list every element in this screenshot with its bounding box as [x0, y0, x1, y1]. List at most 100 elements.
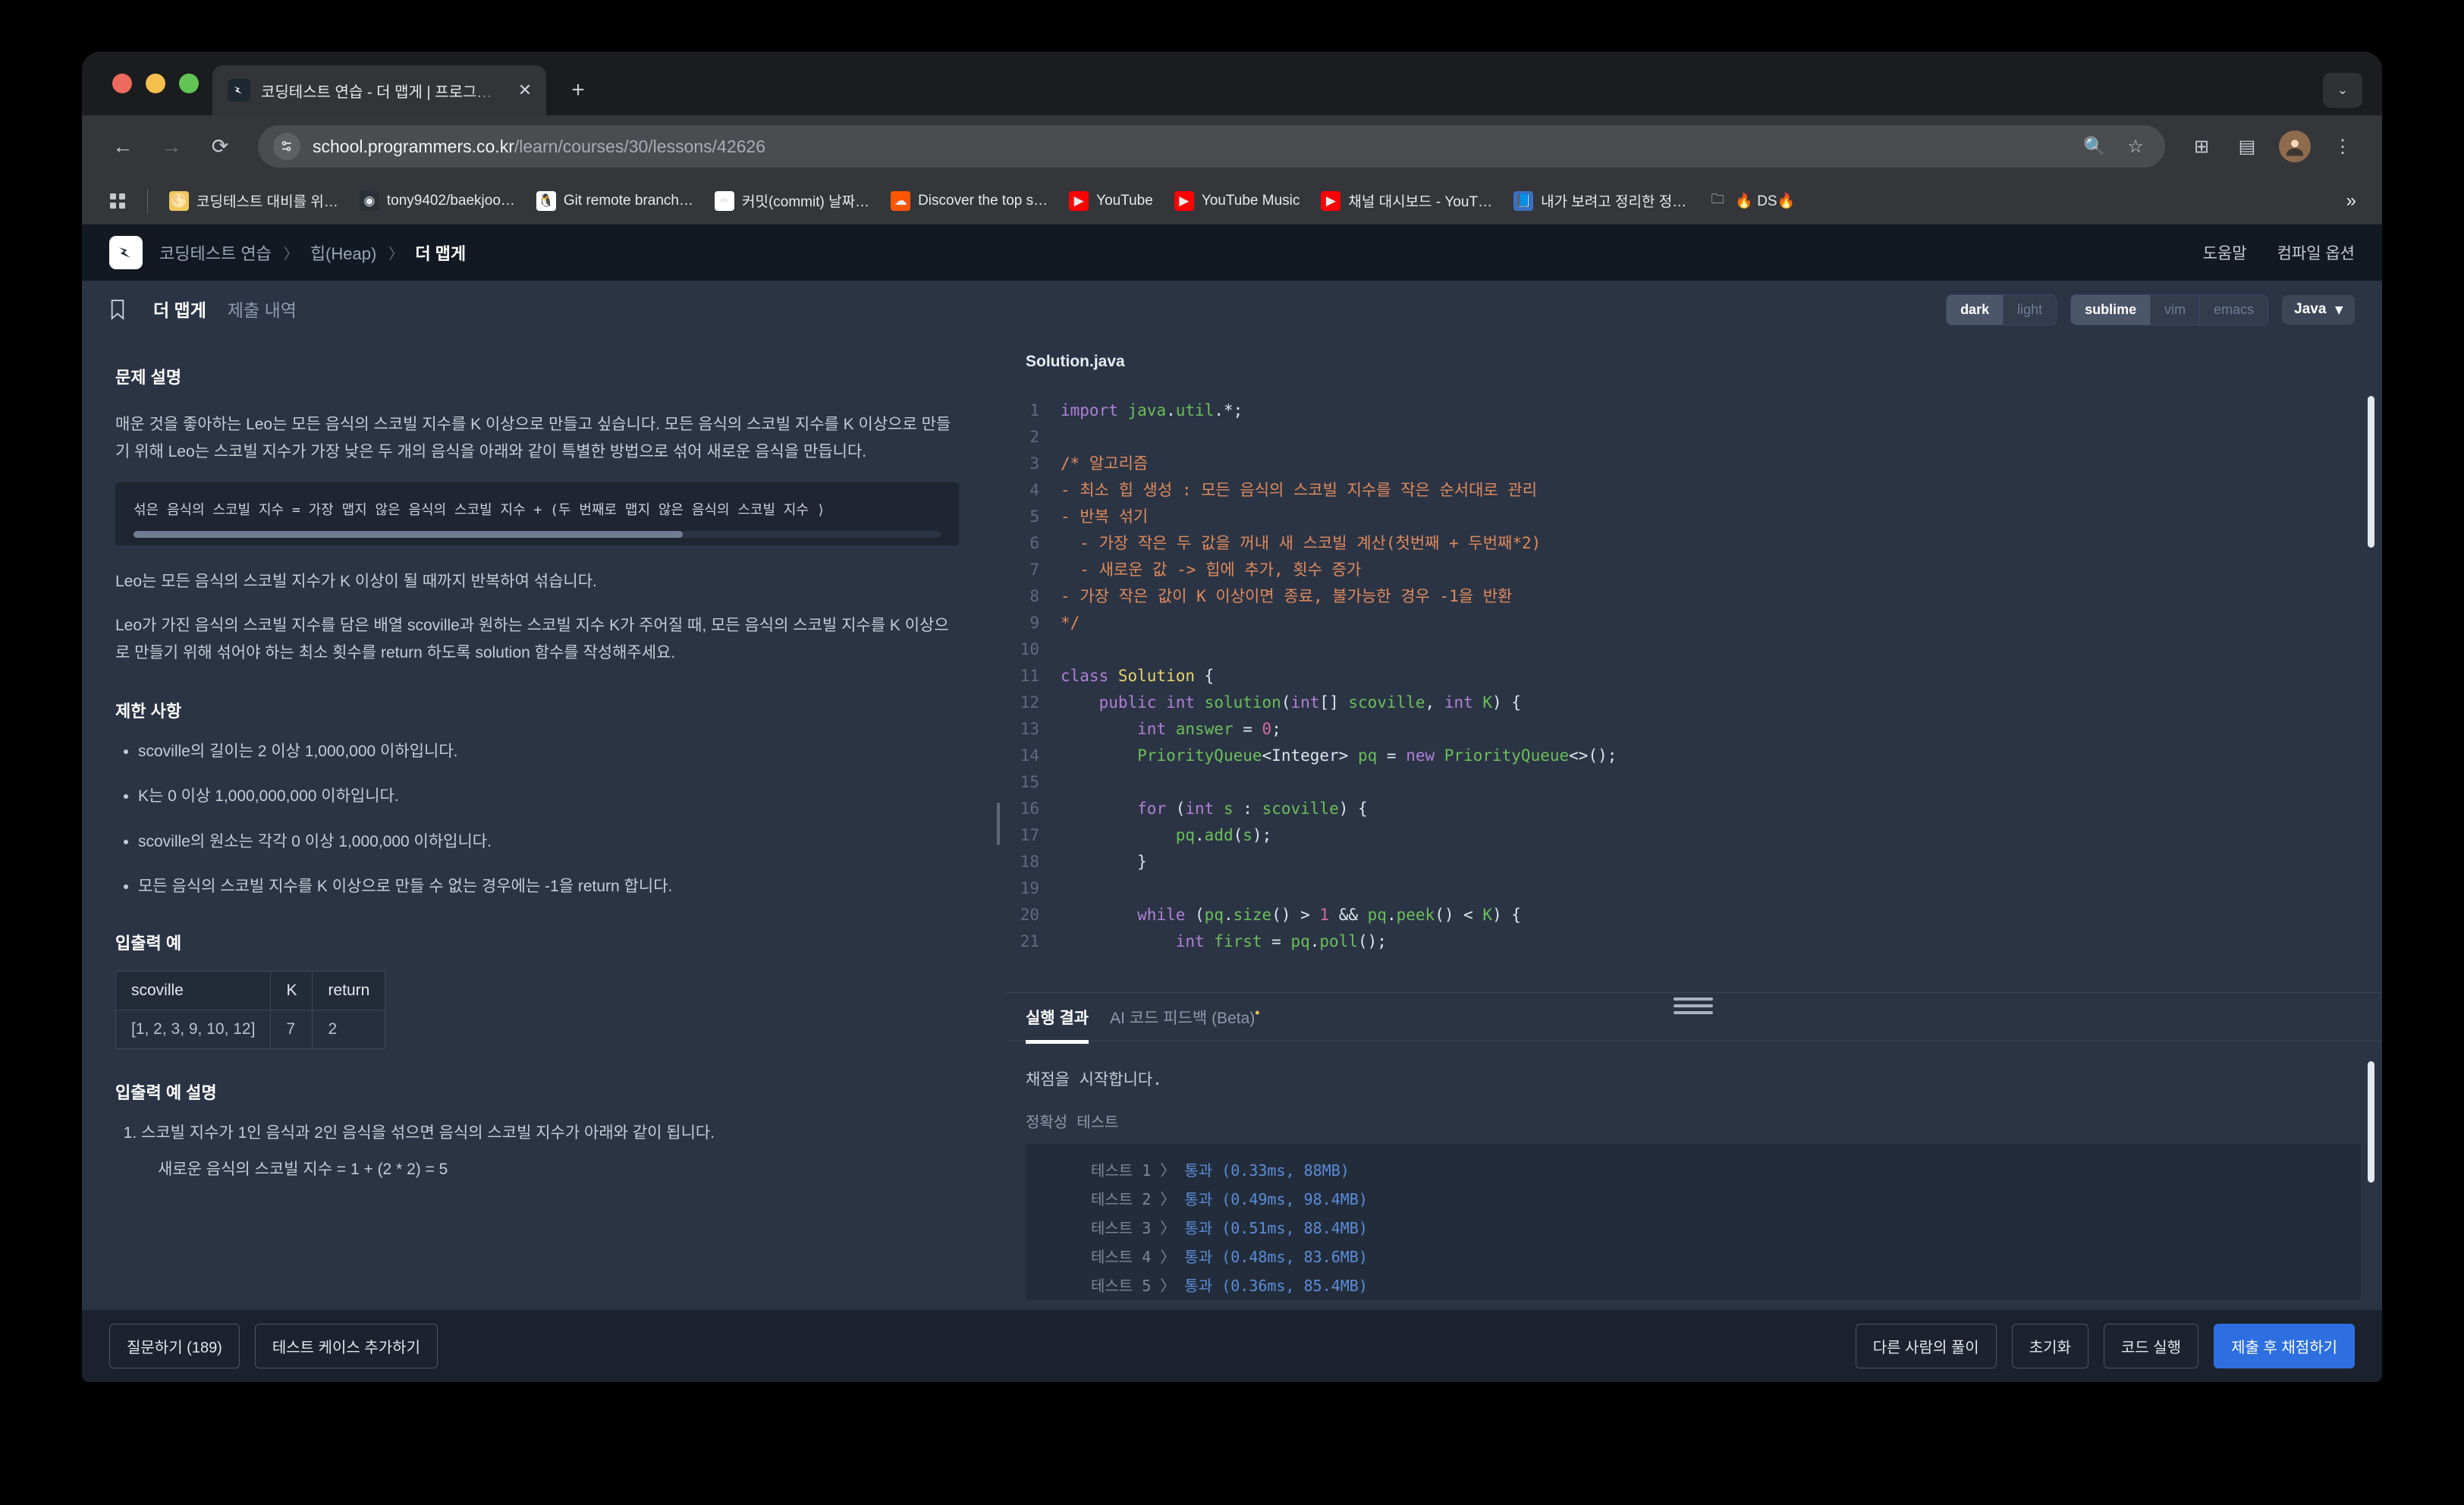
ask-question-button[interactable]: 질문하기 (189) [109, 1324, 240, 1368]
chevron-down-icon[interactable]: ⌄ [2323, 73, 2362, 108]
line-number: 20 [1020, 906, 1039, 924]
tab-problem[interactable]: 더 맵게 [153, 296, 206, 323]
code-line[interactable]: 15 [1004, 769, 2382, 796]
tab-run-result[interactable]: 실행 결과 [1026, 1006, 1089, 1044]
programmers-logo-icon[interactable] [109, 236, 143, 269]
code-line[interactable]: 10 [1004, 636, 2382, 663]
code-line[interactable]: 21 int first = pq.poll(); [1004, 928, 2382, 955]
code-line[interactable]: 19 [1004, 875, 2382, 902]
test-result-row[interactable]: 테스트 3 〉 통과 (0.51ms, 88.4MB) [1026, 1214, 2361, 1243]
apps-grid-icon[interactable] [100, 192, 135, 210]
other-solutions-button[interactable]: 다른 사람의 풀이 [1855, 1324, 1997, 1368]
bookmark-item[interactable]: 🗀 🔥 DS🔥 [1699, 187, 1804, 215]
split-view-icon[interactable]: ▤ [2227, 136, 2267, 158]
code-line[interactable]: 4 - 최소 힙 생성 : 모든 음식의 스코빌 지수를 작은 순서대로 관리 [1004, 477, 2382, 504]
breadcrumb-root[interactable]: 코딩테스트 연습 [159, 240, 272, 265]
code-text: class Solution { [1061, 667, 1215, 685]
extensions-icon[interactable]: ⊞ [2182, 136, 2221, 158]
code-line[interactable]: 14 PriorityQueue<Integer> pq = new Prior… [1004, 743, 2382, 769]
result-scrollbar[interactable] [2368, 1061, 2374, 1183]
code-line[interactable]: 2 [1004, 424, 2382, 451]
language-select[interactable]: Java ▾ [2282, 294, 2355, 325]
forward-button[interactable]: → [150, 125, 193, 168]
constraint-item: scoville의 원소는 각각 0 이상 1,000,000 이하입니다. [138, 829, 959, 855]
code-line[interactable]: 11 class Solution { [1004, 663, 2382, 690]
code-line[interactable]: 5 - 반복 섞기 [1004, 504, 2382, 530]
bookmark-item[interactable]: 🐧 Git remote branch… [527, 187, 702, 215]
theme-dark-option[interactable]: dark [1947, 294, 2004, 325]
editor-scrollbar[interactable] [2368, 396, 2374, 548]
bookmarks-overflow-button[interactable]: » [2339, 190, 2364, 212]
run-code-button[interactable]: 코드 실행 [2103, 1324, 2199, 1368]
keymap-vim-option[interactable]: vim [2150, 294, 2199, 325]
code-line[interactable]: 20 while (pq.size() > 1 && pq.peek() < K… [1004, 902, 2382, 928]
code-line[interactable]: 17 pq.add(s); [1004, 822, 2382, 849]
new-tab-button[interactable]: + [563, 77, 593, 103]
horizontal-scrollbar[interactable] [134, 531, 941, 539]
close-window-button[interactable] [112, 74, 132, 93]
test-result-row[interactable]: 테스트 1 〉 통과 (0.33ms, 88MB) [1026, 1156, 2361, 1185]
code-line[interactable]: 8 - 가장 작은 값이 K 이상이면 종료, 불가능한 경우 -1을 반환 [1004, 583, 2382, 610]
bookmark-star-icon[interactable]: ☆ [2121, 136, 2150, 158]
reset-button[interactable]: 초기화 [2011, 1324, 2088, 1368]
tab-submissions[interactable]: 제출 내역 [228, 296, 297, 323]
bookmark-item[interactable]: ▶ YouTube Music [1165, 187, 1309, 215]
keymap-emacs-option[interactable]: emacs [2199, 294, 2268, 325]
compile-options-link[interactable]: 컴파일 옵션 [2277, 241, 2355, 264]
test-result-list: 테스트 1 〉 통과 (0.33ms, 88MB) 테스트 2 〉 통과 (0.4… [1026, 1144, 2361, 1300]
bookmark-item[interactable]: ☁ Discover the top s… [882, 187, 1057, 215]
constraint-item: 모든 음식의 스코빌 지수를 K 이상으로 만들 수 없는 경우에는 -1을 r… [138, 874, 959, 900]
help-link[interactable]: 도움말 [2203, 241, 2247, 264]
breadcrumb-category[interactable]: 힙(Heap) [310, 240, 377, 265]
browser-tab[interactable]: 코딩테스트 연습 - 더 맵게 | 프로그… ✕ [212, 65, 546, 115]
search-icon[interactable]: 🔍 [2080, 136, 2109, 158]
problem-paragraph: 매운 것을 좋아하는 Leo는 모든 음식의 스코빌 지수를 K 이상으로 만들… [115, 416, 951, 461]
code-line[interactable]: 16 for (int s : scoville) { [1004, 796, 2382, 822]
tab-strip: 코딩테스트 연습 - 더 맵게 | 프로그… ✕ + ⌄ [82, 52, 2382, 115]
add-test-case-button[interactable]: 테스트 케이스 추가하기 [254, 1324, 438, 1368]
bookmark-item[interactable]: ▶ YouTube [1060, 187, 1162, 215]
maximize-window-button[interactable] [179, 74, 199, 93]
line-number: 5 [1029, 507, 1039, 526]
site-settings-icon[interactable] [273, 133, 300, 160]
test-result-row[interactable]: 테스트 2 〉 통과 (0.49ms, 98.4MB) [1026, 1185, 2361, 1214]
test-name: 테스트 4 〉 [1091, 1248, 1185, 1266]
test-result-row[interactable]: 테스트 4 〉 통과 (0.48ms, 83.6MB) [1026, 1243, 2361, 1271]
keymap-sublime-option[interactable]: sublime [2071, 294, 2151, 325]
submit-button[interactable]: 제출 후 채점하기 [2214, 1324, 2355, 1368]
bookmark-item[interactable]: ◉ tony9402/baekjoo… [350, 187, 524, 215]
code-line[interactable]: 18 } [1004, 849, 2382, 875]
tab-ai-feedback[interactable]: AI 코드 피드백 (Beta)• [1110, 1005, 1259, 1029]
close-icon[interactable]: ✕ [514, 80, 536, 100]
back-button[interactable]: ← [102, 125, 144, 168]
code-line[interactable]: 6 - 가장 작은 두 값을 꺼내 새 스코빌 계산(첫번째 + 두번째*2) [1004, 530, 2382, 557]
code-line[interactable]: 1 import java.util.*; [1004, 397, 2382, 424]
code-line[interactable]: 9 */ [1004, 610, 2382, 636]
test-result-row[interactable]: 테스트 5 〉 통과 (0.36ms, 85.4MB) [1026, 1271, 2361, 1300]
code-line[interactable]: 3 /* 알고리즘 [1004, 451, 2382, 477]
code-line[interactable]: 13 int answer = 0; [1004, 716, 2382, 743]
test-result: 통과 (0.48ms, 83.6MB) [1184, 1248, 1368, 1266]
pane-resizer[interactable] [992, 338, 1004, 1309]
bookmark-favicon: 🐧 [536, 190, 556, 211]
test-result: 통과 (0.33ms, 88MB) [1184, 1161, 1350, 1180]
code-lines[interactable]: 1 import java.util.*; 2 3 /* 알고리즘 4 - 최소 힙 생성 … [1004, 397, 2382, 955]
breadcrumb: 코딩테스트 연습 〉 힙(Heap) 〉 더 맵게 [159, 240, 466, 265]
code-line[interactable]: 7 - 새로운 값 -> 힙에 추가, 횟수 증가 [1004, 557, 2382, 583]
theme-light-option[interactable]: light [2003, 294, 2056, 325]
io-explain-formula: 새로운 음식의 스코빌 지수 = 1 + (2 * 2) = 5 [158, 1160, 448, 1178]
line-number: 7 [1029, 561, 1039, 579]
address-bar[interactable]: school.programmers.co.kr/learn/courses/3… [258, 125, 2165, 168]
reload-button[interactable]: ⟳ [199, 125, 241, 168]
code-line[interactable]: 12 public int solution(int[] scoville, i… [1004, 690, 2382, 716]
bookmark-item[interactable]: 🌕 코딩테스트 대비를 위… [160, 186, 347, 215]
bookmark-item[interactable]: 📘 내가 보려고 정리한 정… [1504, 186, 1696, 215]
bookmark-item[interactable]: ▶ 채널 대시보드 - YouT… [1312, 186, 1501, 215]
code-editor[interactable]: 1 import java.util.*; 2 3 /* 알고리즘 4 - 최소 힙 생성 … [1004, 385, 2382, 992]
bookmark-item[interactable]: ✒ 커밋(commit) 날짜… [706, 186, 878, 215]
minimize-window-button[interactable] [146, 74, 165, 93]
bookmark-favicon: ▶ [1321, 190, 1341, 211]
bookmark-icon[interactable] [109, 299, 132, 320]
browser-menu-icon[interactable]: ⋮ [2323, 136, 2362, 158]
avatar[interactable] [2279, 130, 2311, 162]
